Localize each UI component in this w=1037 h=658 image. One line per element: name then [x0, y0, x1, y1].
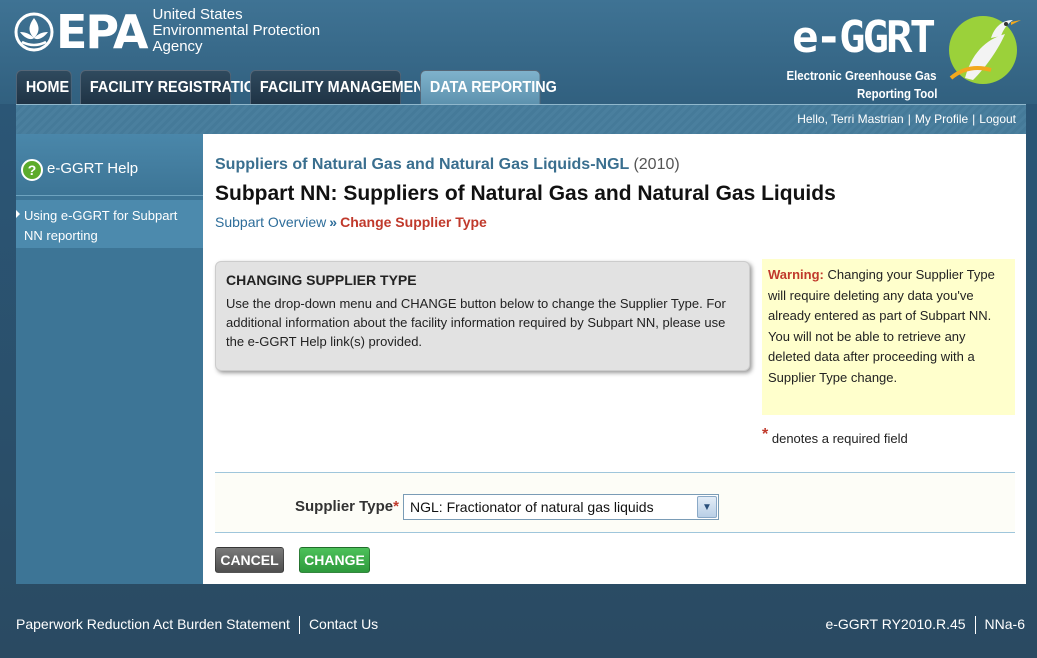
divider — [298, 616, 300, 635]
footer: Paperwork Reduction Act Burden Statement… — [0, 598, 1037, 648]
version-text: e-GGRT RY2010.R.45 — [825, 616, 966, 632]
my-profile-link[interactable]: My Profile — [915, 112, 968, 126]
epa-logo[interactable]: EPA United States Environmental Protecti… — [14, 6, 320, 58]
warning-text: Changing your Supplier Type will require… — [768, 267, 995, 385]
supplier-type-label-text: Supplier Type — [295, 498, 394, 515]
instructions-box: CHANGING SUPPLIER TYPE Use the drop-down… — [215, 261, 750, 371]
instructions-text: Use the drop-down menu and CHANGE button… — [226, 296, 726, 349]
divider — [974, 616, 976, 635]
user-greeting: Hello, Terri Mastrian — [797, 112, 904, 126]
divider: | — [972, 112, 976, 126]
tab-home-label: HOME — [25, 78, 70, 96]
warning-box: Warning: Changing your Supplier Type wil… — [762, 259, 1015, 415]
required-asterisk: * — [393, 498, 399, 515]
user-links: Hello, Terri Mastrian | My Profile | Logout — [797, 112, 1016, 126]
tab-facility-registration[interactable]: FACILITY REGISTRATION — [80, 70, 265, 104]
warning-label: Warning: — [768, 267, 824, 282]
footer-links: Paperwork Reduction Act Burden Statement… — [16, 616, 378, 635]
breadcrumb-separator: » — [329, 214, 338, 230]
eggrt-desc-line-1: Electronic Greenhouse Gas — [786, 68, 937, 83]
chevron-down-icon[interactable]: ▼ — [697, 496, 717, 518]
breadcrumb-current: Change Supplier Type — [340, 214, 487, 230]
contact-us-link[interactable]: Contact Us — [309, 616, 378, 632]
sidebar-help[interactable]: ? e-GGRT Help — [16, 134, 203, 196]
breadcrumb-subpart-overview-link[interactable]: Subpart Overview — [215, 214, 326, 230]
eggrt-title: e-GGRT — [792, 12, 936, 63]
main-nav: HOME FACILITY REGISTRATION FACILITY MANA… — [16, 70, 557, 104]
heron-logo-icon — [949, 16, 1021, 84]
tab-data-reporting-label: DATA REPORTING — [429, 78, 557, 96]
supplier-heading: Suppliers of Natural Gas and Natural Gas… — [215, 156, 680, 174]
agency-line-2: Environmental Protection — [152, 22, 321, 39]
supplier-type-label: Supplier Type* — [295, 498, 399, 515]
reporting-year: (2010) — [633, 156, 680, 173]
arrow-right-icon — [16, 210, 20, 218]
divider: | — [907, 112, 911, 126]
sidebar: ? e-GGRT Help Using e-GGRT for Subpart N… — [16, 134, 203, 584]
required-note-text: denotes a required field — [771, 431, 908, 446]
help-question-icon: ? — [21, 159, 43, 181]
supplier-type-value: NGL: Fractionator of natural gas liquids — [410, 499, 654, 515]
tab-facility-management[interactable]: FACILITY MANAGEMENT — [250, 70, 432, 104]
eggrt-desc-line-2: Reporting Tool — [856, 86, 937, 101]
supplier-type-select[interactable]: NGL: Fractionator of natural gas liquids… — [403, 494, 719, 520]
tab-facility-management-label: FACILITY MANAGEMENT — [259, 78, 433, 96]
supplier-heading-text: Suppliers of Natural Gas and Natural Gas… — [215, 156, 629, 173]
agency-line-3: Agency — [152, 38, 203, 55]
main-content: Suppliers of Natural Gas and Natural Gas… — [203, 134, 1026, 584]
tab-facility-registration-label: FACILITY REGISTRATION — [89, 78, 266, 96]
sidebar-item-label: Using e-GGRT for Subpart NN reporting — [24, 208, 178, 243]
agency-line-1: United States — [152, 6, 243, 23]
logout-link[interactable]: Logout — [979, 112, 1016, 126]
required-asterisk: * — [762, 426, 769, 443]
instructions-title: CHANGING SUPPLIER TYPE — [226, 272, 417, 288]
sidebar-item-using-eggrt-subpart-nn[interactable]: Using e-GGRT for Subpart NN reporting — [16, 200, 203, 248]
sidebar-help-label: e-GGRT Help — [47, 160, 139, 177]
page-title: Subpart NN: Suppliers of Natural Gas and… — [215, 182, 836, 205]
epa-wordmark: EPA — [56, 5, 149, 59]
epa-flower-icon — [14, 12, 54, 52]
change-button[interactable]: CHANGE — [299, 547, 370, 573]
paperwork-reduction-link[interactable]: Paperwork Reduction Act Burden Statement — [16, 616, 290, 632]
footer-version: e-GGRT RY2010.R.45 NNa-6 — [825, 616, 1025, 635]
required-field-note: * denotes a required field — [762, 426, 908, 448]
page-id: NNa-6 — [984, 616, 1025, 632]
tab-data-reporting[interactable]: DATA REPORTING — [420, 70, 557, 104]
agency-name: United States Environmental Protection A… — [153, 7, 321, 55]
breadcrumb: Subpart Overview» Change Supplier Type — [215, 214, 487, 230]
cancel-button[interactable]: CANCEL — [215, 547, 284, 573]
header: EPA United States Environmental Protecti… — [0, 0, 1037, 104]
user-bar: Hello, Terri Mastrian | My Profile | Logout — [16, 104, 1026, 134]
eggrt-logo[interactable]: e-GGRT Electronic Greenhouse Gas Reporti… — [771, 6, 1021, 102]
tab-home[interactable]: HOME — [16, 70, 72, 104]
divider-bottom — [215, 532, 1015, 533]
page: EPA United States Environmental Protecti… — [0, 0, 1037, 658]
